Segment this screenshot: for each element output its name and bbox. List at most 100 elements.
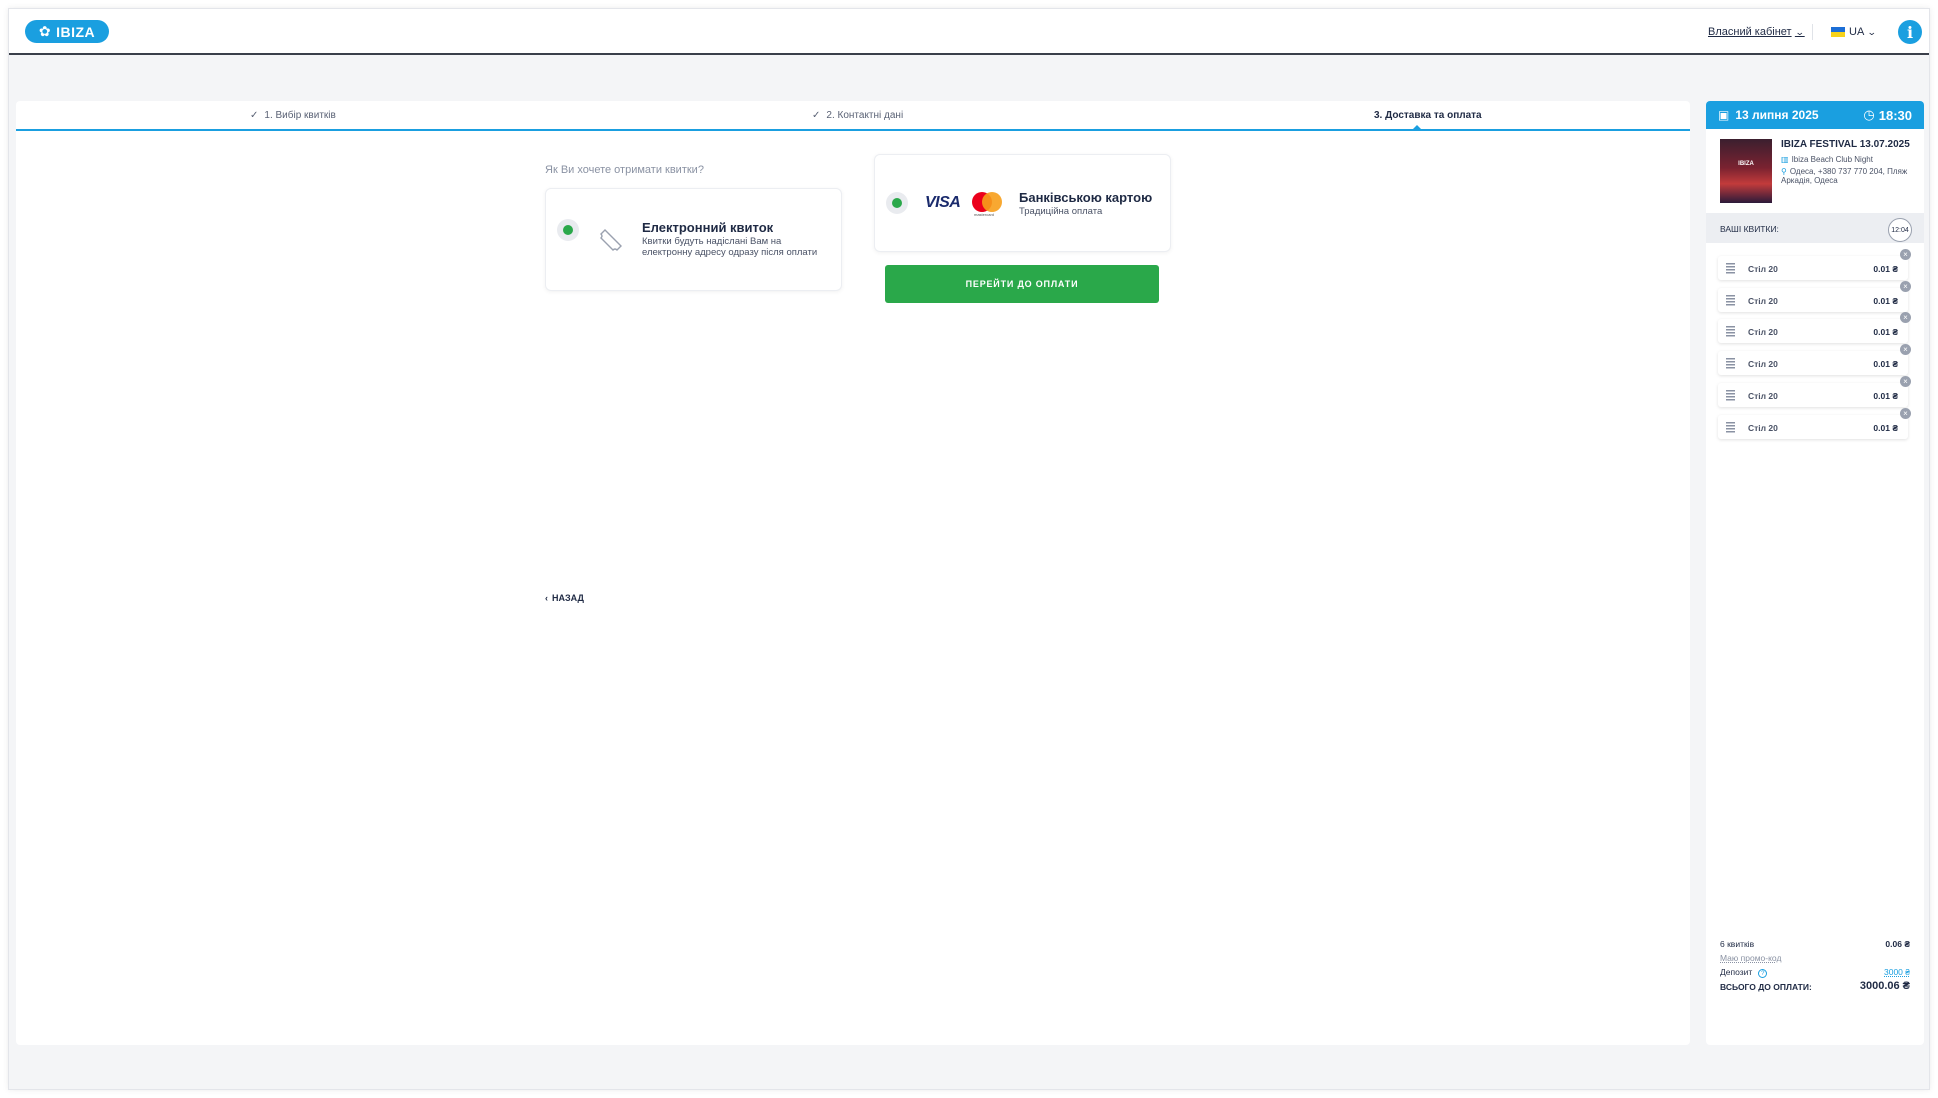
remove-ticket-button[interactable]: × (1900, 376, 1911, 387)
back-link[interactable]: ‹ НАЗАД (545, 593, 584, 603)
clock-icon: ◷ (1863, 107, 1875, 122)
info-icon: i (1906, 22, 1914, 42)
step-label: 1. Вибір квитків (264, 110, 336, 121)
deposit-row: Депозит? 3000 ₴ (1720, 967, 1910, 978)
ticket-price: 0.01 ₴ (1873, 327, 1898, 337)
promo-code-link[interactable]: Маю промо-код (1720, 953, 1781, 963)
proceed-to-payment-button[interactable]: ПЕРЕЙТИ ДО ОПЛАТИ (885, 265, 1159, 303)
radio-selected-dot (892, 198, 902, 208)
browser-frame: ✿ IBIZA Власний кабінет ⌄ UA ⌄ i ✓ 1. Виб… (8, 8, 1930, 1090)
ticket-price: 0.01 ₴ (1873, 391, 1898, 401)
event-address: ⚲ Одеса, +380 737 770 204, Пляж (1781, 167, 1916, 176)
info-button[interactable]: i (1898, 20, 1922, 44)
eticket-radio[interactable] (557, 219, 579, 241)
ticket-item: Стіл 20 0.01 ₴ × (1718, 376, 1911, 407)
remove-ticket-button[interactable]: × (1900, 281, 1911, 292)
help-icon[interactable]: ? (1758, 969, 1768, 978)
remove-ticket-button[interactable]: × (1900, 344, 1911, 355)
visa-logo: VISA (925, 194, 961, 211)
event-date-label: 13 липня 2025 (1735, 108, 1819, 122)
tickets-header: ВАШІ КВИТКИ: 12:04 (1706, 213, 1924, 243)
ticket-name: Стіл 20 (1748, 296, 1778, 306)
delivery-question: Як Ви хочете отримати квитки? (545, 164, 704, 176)
ticket-icon (600, 229, 622, 251)
barcode-icon (1726, 295, 1735, 306)
countdown-timer: 12:04 (1888, 218, 1912, 242)
ticket-item: Стіл 20 0.01 ₴ × (1718, 281, 1911, 312)
barcode-icon (1726, 390, 1735, 401)
ticket-item: Стіл 20 0.01 ₴ × (1718, 312, 1911, 343)
ticket-count-row: 6 квитків 0.06 ₴ (1720, 939, 1910, 949)
ticket-name: Стіл 20 (1748, 264, 1778, 274)
ticket-name: Стіл 20 (1748, 327, 1778, 337)
deposit-label: Депозит (1720, 967, 1753, 977)
step-label: 3. Доставка та оплата (1374, 110, 1482, 121)
total-label: всього до оплати: (1720, 982, 1812, 992)
eticket-title: Електронний квиток (642, 220, 774, 235)
remove-ticket-button[interactable]: × (1900, 312, 1911, 323)
account-menu[interactable]: Власний кабінет ⌄ (1708, 26, 1804, 38)
ticket-item: Стіл 20 0.01 ₴ × (1718, 344, 1911, 375)
building-icon: ▥ (1781, 155, 1789, 164)
language-label: UA (1849, 26, 1865, 38)
event-time-label: 18:30 (1878, 107, 1912, 123)
remove-ticket-button[interactable]: × (1900, 249, 1911, 260)
barcode-icon (1726, 263, 1735, 274)
account-menu-label: Власний кабінет (1708, 26, 1792, 38)
step-contacts[interactable]: ✓ 2. Контактні дані (812, 110, 903, 121)
mastercard-wordmark: mastercard (974, 212, 995, 217)
event-title: IBIZA FESTIVAL 13.07.2025 (1781, 139, 1910, 150)
bank-card-radio[interactable] (886, 192, 908, 214)
location-pin-icon: ⚲ (1781, 167, 1787, 176)
event-poster: IBIZA (1720, 139, 1772, 203)
tickets-header-label: ВАШІ КВИТКИ: (1720, 224, 1779, 234)
event-venue-label: Ibiza Beach Club Night (1791, 155, 1873, 164)
active-step-indicator (1413, 125, 1421, 129)
order-summary-sidebar: ▣ 13 липня 2025 ◷ 18:30 IBIZA IBIZA FEST… (1706, 101, 1924, 1045)
step-tickets[interactable]: ✓ 1. Вибір квитків (250, 110, 336, 121)
total-row: всього до оплати: 3000.06 ₴ (1720, 980, 1910, 992)
event-date: ▣ 13 липня 2025 (1718, 108, 1819, 122)
ticket-price: 0.01 ₴ (1873, 359, 1898, 369)
ticket-name: Стіл 20 (1748, 391, 1778, 401)
total-value: 3000.06 ₴ (1859, 980, 1910, 992)
bank-card-description: Традиційна оплата (1019, 206, 1103, 217)
event-datetime-bar: ▣ 13 липня 2025 ◷ 18:30 (1706, 101, 1924, 129)
step-delivery-payment: 3. Доставка та оплата (1374, 110, 1482, 121)
ticket-count-label: 6 квитків (1720, 939, 1755, 949)
barcode-icon (1726, 422, 1735, 433)
ticket-item: Стіл 20 0.01 ₴ × (1718, 408, 1911, 439)
chevron-left-icon: ‹ (545, 593, 548, 603)
ticket-count-value: 0.06 ₴ (1885, 939, 1910, 949)
top-header: ✿ IBIZA Власний кабінет ⌄ UA ⌄ i (9, 9, 1929, 55)
header-divider (1812, 24, 1813, 40)
ticket-price: 0.01 ₴ (1873, 264, 1898, 274)
deposit-value: 3000 ₴ (1884, 967, 1910, 977)
checkout-panel: ✓ 1. Вибір квитків ✓ 2. Контактні дані 3. … (16, 101, 1690, 1045)
radio-selected-dot (563, 225, 573, 235)
mastercard-orange-circle (982, 192, 1002, 212)
bank-card-option[interactable]: VISA mastercard Банківською картою Тради… (874, 154, 1171, 252)
barcode-icon (1726, 358, 1735, 369)
logo[interactable]: ✿ IBIZA (25, 20, 109, 43)
ukraine-flag-icon (1831, 27, 1845, 37)
language-selector[interactable]: UA ⌄ (1831, 26, 1877, 38)
checkout-steps: ✓ 1. Вибір квитків ✓ 2. Контактні дані 3. … (16, 101, 1690, 131)
step-label: 2. Контактні дані (826, 110, 904, 121)
eticket-option[interactable]: Електронний квиток Квитки будуть надісла… (545, 188, 842, 291)
event-address-line1: Одеса, +380 737 770 204, Пляж (1789, 167, 1908, 176)
event-address-line2: Аркадія, Одеса (1781, 176, 1838, 185)
logo-text: IBIZA (56, 23, 96, 40)
remove-ticket-button[interactable]: × (1900, 408, 1911, 419)
bank-card-title: Банківською картою (1019, 190, 1153, 205)
ticket-name: Стіл 20 (1748, 359, 1778, 369)
promo-code-row: Маю промо-код (1720, 953, 1910, 963)
event-time: ◷ 18:30 (1863, 107, 1912, 123)
event-venue: ▥ Ibiza Beach Club Night (1781, 155, 1916, 164)
ticket-item: Стіл 20 0.01 ₴ × (1718, 249, 1911, 280)
ticket-name: Стіл 20 (1748, 423, 1778, 433)
flower-icon: ✿ (38, 23, 52, 39)
check-icon: ✓ (812, 110, 821, 121)
ticket-price: 0.01 ₴ (1873, 423, 1898, 433)
chevron-down-icon: ⌄ (1867, 26, 1877, 37)
